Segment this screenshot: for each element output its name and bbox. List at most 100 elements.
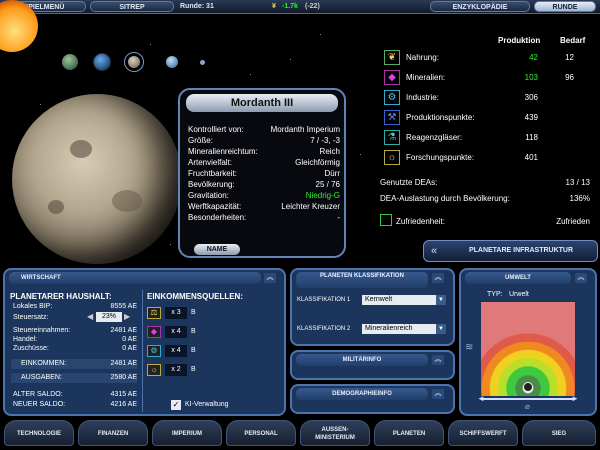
round-button[interactable]: RUNDE [534, 1, 596, 12]
selected-planet-icon[interactable] [124, 52, 144, 72]
system-planet-icon[interactable] [166, 56, 178, 68]
chevron-down-icon: ▼ [436, 295, 446, 305]
production-value: 306 [524, 93, 538, 102]
production-label: Mineralien: [406, 73, 446, 82]
class1-value: Kernwelt [365, 296, 393, 303]
sitrep-button[interactable]: SITREP [90, 1, 174, 12]
info-value: Gleichförmig [295, 158, 340, 167]
dea-load-value: 136% [569, 194, 590, 203]
info-label: Bevölkerung: [188, 180, 235, 189]
encyclopedia-button[interactable]: ENZYKLOPÄDIE [430, 1, 530, 12]
nav-planets[interactable]: PLANETEN [374, 420, 444, 446]
trade-value: 0 AE [122, 336, 137, 343]
env-type-value: Urwelt [509, 291, 529, 298]
subsidy-label: Zuschüsse: [13, 345, 49, 352]
satisfaction-value: Zufrieden [556, 217, 590, 226]
trade-icon: ⚖ [147, 307, 161, 319]
budget-title: PLANETARER HAUSHALT: [10, 292, 112, 301]
rename-button[interactable]: NAME [194, 244, 240, 255]
tax-label: Steuersatz: [13, 314, 49, 321]
class1-label: KLASSIFIKATION 1 [297, 297, 351, 303]
nav-finances[interactable]: FINANZEN [78, 420, 148, 446]
ai-management-checkbox[interactable]: ✓ [171, 400, 181, 410]
info-value: - [337, 213, 340, 222]
round-label: Runde: 31 [180, 3, 214, 10]
production-label: Industrie: [406, 93, 439, 102]
info-label: Kontrolliert von: [188, 125, 244, 134]
planet-crater [70, 140, 92, 158]
info-value: 25 / 76 [315, 180, 340, 189]
environment-panel: UMWELT ︽ TYP: Urwelt ≋ ◄ ► ⌀ [459, 268, 597, 416]
new-balance-label: NEUER SALDO: [13, 401, 66, 408]
production-label: Produktionspunkte: [406, 113, 475, 122]
income-sources-title: EINKOMMENSQUELLEN: [147, 292, 243, 301]
nav-personnel[interactable]: PERSONAL [226, 420, 296, 446]
production-value: 118 [525, 133, 538, 142]
collapse-icon[interactable]: ︽ [432, 355, 444, 365]
top-bar: SPIELMENÜ SITREP Runde: 31 ¥ -1.7k (-22)… [0, 0, 600, 14]
production-row: ⚗ Reagenzgläser: 118 [384, 130, 594, 146]
chevron-down-icon: ▼ [436, 324, 446, 334]
environment-chart [481, 302, 575, 396]
industry-icon: ⚙ [384, 90, 400, 105]
demography-info-panel[interactable]: DEMOGRAPHIEINFO ︽ [290, 384, 455, 414]
source-grade: B [191, 366, 196, 373]
collapse-icon[interactable]: ︽ [575, 273, 587, 283]
military-info-panel[interactable]: MILITÄRINFO ︽ [290, 350, 455, 380]
tax-income-value: 2481 AE [110, 327, 137, 334]
info-label: Mineralienreichtum: [188, 147, 258, 156]
system-planet-icon[interactable] [62, 54, 78, 70]
nav-technology[interactable]: TECHNOLOGIE [4, 420, 74, 446]
new-balance-value: 4216 AE [110, 401, 137, 408]
nav-empire[interactable]: IMPERIUM [152, 420, 222, 446]
tax-decrease-icon[interactable]: ◀ [87, 312, 95, 322]
divider [142, 290, 143, 412]
production-header: Produktion [498, 36, 541, 45]
satisfaction-icon [380, 214, 392, 226]
collapse-icon[interactable]: ︽ [432, 389, 444, 399]
source-count: x 4 [165, 326, 187, 338]
info-label: Werftkapazität: [188, 202, 242, 211]
tax-rate-field[interactable]: 23% [96, 312, 122, 322]
production-value: 42 [529, 53, 538, 62]
military-info-header: MILITÄRINFO [296, 354, 428, 366]
info-value: Leichter Kreuzer [281, 202, 340, 211]
nav-victory[interactable]: SIEG [522, 420, 596, 446]
info-value: 7 / -3, -3 [310, 136, 340, 145]
trade-label: Handel: [13, 336, 38, 343]
tax-income-label: Steuereinnahmen: [13, 327, 71, 334]
test-tubes-icon: ⚗ [384, 130, 400, 145]
production-row: ⚙ Industrie: 306 [384, 90, 594, 106]
source-count: x 4 [165, 345, 187, 357]
planetary-infrastructure-button[interactable]: « PLANETARE INFRASTRUKTUR [423, 240, 598, 262]
horizontal-axis [481, 398, 575, 400]
class2-select[interactable]: Mineralienreich ▼ [362, 324, 446, 334]
arrow-left-icon: ◄ [477, 394, 485, 403]
thermometer-icon: ⌀ [525, 402, 530, 411]
dea-used-value: 13 / 13 [565, 178, 590, 187]
arrow-right-icon: ► [571, 394, 579, 403]
tax-increase-icon[interactable]: ▶ [124, 312, 132, 322]
production-label: Reagenzgläser: [406, 133, 463, 142]
production-row: ◆ Mineralien: 103 96 [384, 70, 594, 86]
planet-crater [48, 200, 64, 214]
system-planet-icon[interactable] [200, 60, 205, 65]
expense-label: AUSGABEN: [21, 374, 62, 381]
dea-load-label: DEA-Auslastung durch Bevölkerung: [380, 194, 510, 203]
gdp-label: Lokales BIP: [13, 303, 53, 310]
production-row: ❦ Nahrung: 42 12 [384, 50, 594, 66]
demand-value: 96 [565, 73, 574, 82]
collapse-icon[interactable]: ︽ [264, 273, 276, 283]
infra-button-label: PLANETARE INFRASTRUKTUR [468, 247, 574, 254]
info-value: Reich [319, 147, 340, 156]
classification-header: PLANETEN KLASSIFIKATION [296, 272, 428, 288]
nav-foreign-ministry[interactable]: AUSSEN-MINISTERIUM [300, 420, 370, 446]
system-planet-icon[interactable] [94, 54, 110, 70]
nav-shipyard[interactable]: SCHIFFSWERFT [448, 420, 518, 446]
class1-select[interactable]: Kernwelt ▼ [362, 295, 446, 305]
research-icon: ☼ [384, 150, 400, 165]
production-points-icon: ⚒ [384, 110, 400, 125]
dea-used-label: Genutzte DEAs: [380, 178, 438, 187]
collapse-icon[interactable]: ︽ [432, 273, 444, 283]
info-value: Mordanth Imperium [270, 125, 340, 134]
